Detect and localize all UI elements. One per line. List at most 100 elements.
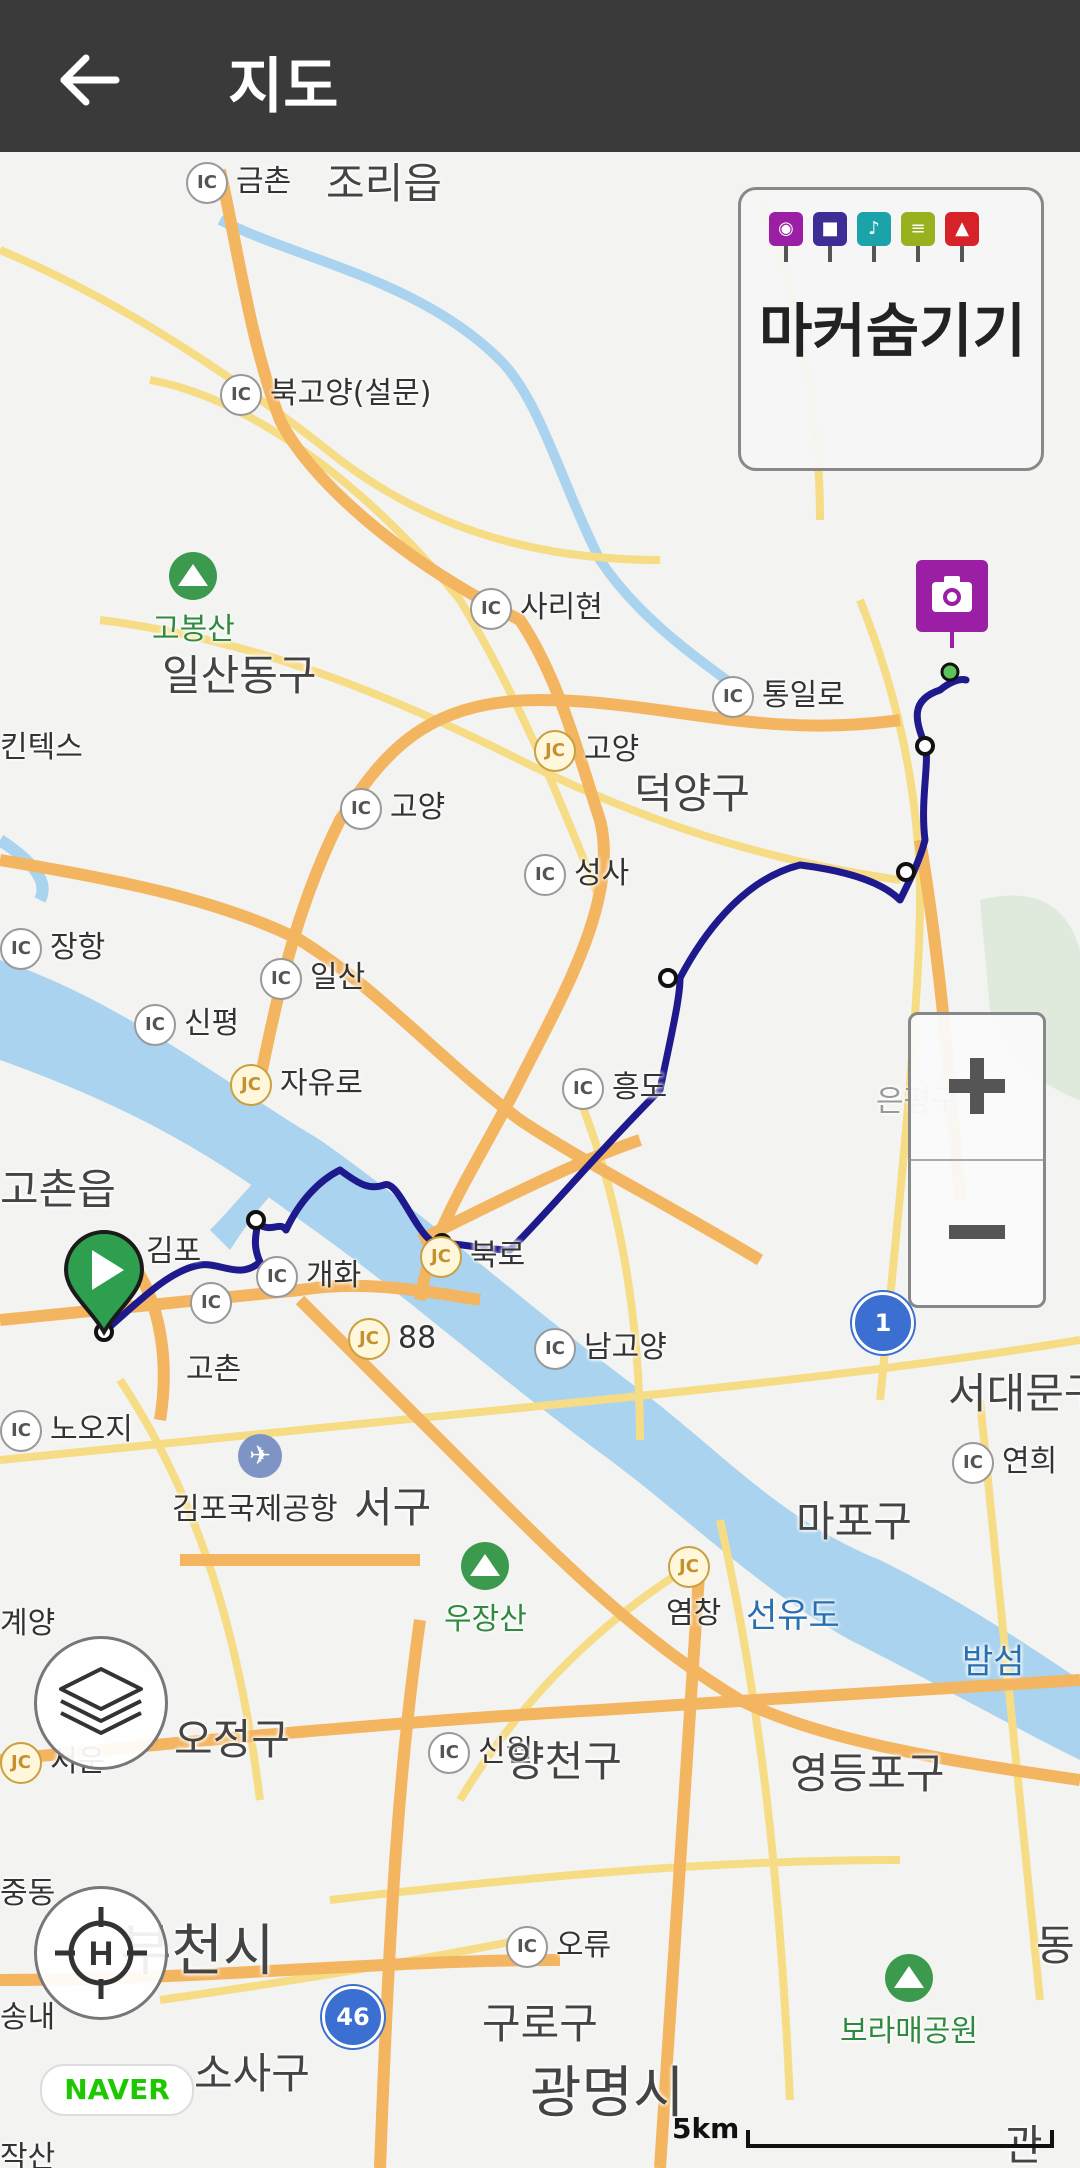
map-label-kintex: 킨텍스 <box>0 730 83 765</box>
map-label-ic-gaehwa: IC 개화 <box>256 1250 361 1298</box>
map-label-ic-namgoyang: IC 남고양 <box>534 1322 667 1370</box>
naver-attribution: NAVER <box>40 2064 194 2116</box>
ic-badge-icon: IC <box>470 587 512 630</box>
ic-badge-icon: IC <box>256 1255 298 1298</box>
map-label-mapogu: 마포구 <box>796 1497 912 1546</box>
ic-badge-icon: IC <box>534 1327 576 1370</box>
flag-marker-icon: ▲ <box>945 212 979 262</box>
map-label-ic-nooji: IC 노오지 <box>0 1404 133 1452</box>
ic-badge-icon: IC <box>952 1441 994 1484</box>
locate-home-icon: H <box>55 1907 147 1999</box>
zoom-controls <box>908 1012 1046 1308</box>
jc-badge-icon: JC <box>420 1235 462 1278</box>
jc-badge-icon: JC <box>668 1546 710 1588</box>
map-label-jc-goyang: JC 고양 <box>534 724 639 772</box>
jc-badge-icon: JC <box>534 729 576 772</box>
audio-marker-icon: ♪ <box>857 212 891 262</box>
ic-badge-icon: IC <box>134 1003 176 1046</box>
map-label-jorieup: 조리읍 <box>326 159 442 208</box>
minus-icon <box>949 1225 1005 1239</box>
ic-badge-icon: IC <box>712 675 754 718</box>
ic-badge-icon: IC <box>220 373 262 416</box>
map-label-gimpoairport: 김포국제공항 <box>172 1492 338 1527</box>
map-label-ic-tongilro: IC 통일로 <box>712 670 845 718</box>
memo-marker-icon: ≡ <box>901 212 935 262</box>
map-label-ic-ilsan: IC 일산 <box>260 952 365 1000</box>
map-label-ic-yeonhui: IC 연희 <box>952 1436 1057 1484</box>
marker-type-icons: ◉ ■ ♪ ≡ ▲ <box>769 212 989 262</box>
map-poi-ujangsan: 우장산 <box>444 1542 527 1638</box>
arrow-left-icon[interactable] <box>50 40 130 120</box>
map-poi-gobongsan: 고봉산 <box>152 552 235 648</box>
ic-badge-icon: IC <box>340 787 382 830</box>
map-poi-boramae: 보라매공원 <box>840 1954 978 2050</box>
route-shield-46: 46 <box>322 1986 384 2048</box>
map-label-jc-88: JC 88 <box>348 1318 436 1360</box>
map-label-dong: 동 <box>1036 1921 1075 1970</box>
jc-badge-icon: JC <box>348 1318 390 1360</box>
locate-home-button[interactable]: H <box>34 1886 168 2020</box>
map-label-ic-seongsa: IC 성사 <box>524 848 629 896</box>
ic-badge-icon: IC <box>186 161 228 204</box>
map-label-bamseom: 밤섬 <box>962 1642 1025 1682</box>
ic-badge-icon: IC <box>428 1731 470 1774</box>
map-label-ojeonggu: 오정구 <box>174 1715 290 1764</box>
ic-badge-icon: IC <box>190 1282 232 1324</box>
map-label-gochon: 고촌 <box>186 1352 242 1387</box>
ic-badge-icon: IC <box>260 957 302 1000</box>
scale-label: 5km <box>672 2112 740 2145</box>
layers-icon <box>59 1667 143 1735</box>
map-label-jc-jayuro: JC 자유로 <box>230 1058 363 1106</box>
ic-badge-icon: IC <box>524 853 566 896</box>
map-label-ic-janghang: IC 장항 <box>0 922 105 970</box>
zoom-out-button[interactable] <box>911 1161 1043 1305</box>
map-label-ilsandonggu: 일산동구 <box>162 651 317 700</box>
route-shield-1: 1 <box>852 1292 914 1354</box>
app-bar: 지도 <box>0 0 1080 152</box>
map-label-ic-gochon: IC <box>190 1282 240 1324</box>
mountain-icon <box>461 1542 510 1590</box>
map-label-yeongdeungpogu: 영등포구 <box>790 1749 945 1798</box>
map-label-ic-sinpyeong: IC 신평 <box>134 998 239 1046</box>
map-label-jc-bukro: JC 북로 <box>420 1230 525 1278</box>
page-title: 지도 <box>228 52 339 122</box>
map-label-ic-sarihyeon: IC 사리현 <box>470 582 603 630</box>
map-label-jaksa: 작산 <box>0 2140 56 2168</box>
map-label-yangcheongu: 양천구 <box>506 1737 622 1786</box>
map-label-jc-yeomchang: JC <box>668 1546 718 1588</box>
map-label-guro: 구로구 <box>482 1999 598 2048</box>
hide-markers-label: 마커숨기기 <box>759 297 1026 365</box>
map-label-seogu: 서구 <box>354 1483 432 1532</box>
map-poi-airport: ✈ <box>238 1434 282 1478</box>
svg-text:H: H <box>89 1935 114 1973</box>
jc-badge-icon: JC <box>230 1063 272 1106</box>
ic-badge-icon: IC <box>506 1925 548 1968</box>
hide-markers-button[interactable]: ◉ ■ ♪ ≡ ▲ 마커숨기기 <box>738 187 1044 471</box>
photo-marker-icon: ◉ <box>769 212 803 262</box>
ic-badge-icon: IC <box>562 1067 604 1110</box>
map-label-ic-geumchon: IC 금촌 <box>186 156 291 204</box>
map-label-ic-oryu: IC 오류 <box>506 1920 611 1968</box>
start-marker[interactable] <box>60 1228 148 1338</box>
video-marker-icon: ■ <box>813 212 847 262</box>
map-label-ic-heungdo: IC 흥도 <box>562 1062 667 1110</box>
scale-bar <box>746 2130 1054 2148</box>
map-label-deogyanggu: 덕양구 <box>634 769 750 818</box>
mountain-icon <box>169 552 218 600</box>
map-label-seonyudo: 선유도 <box>746 1596 840 1636</box>
jc-badge-icon: JC <box>0 1741 42 1784</box>
airport-icon: ✈ <box>238 1434 282 1478</box>
map-label-gyeyang: 계양 <box>0 1606 56 1641</box>
zoom-in-button[interactable] <box>911 1015 1043 1161</box>
map-label-gimpo: 김포 <box>146 1234 202 1269</box>
layers-button[interactable] <box>34 1636 168 1770</box>
map-label-ic-bukgoyang: IC 북고양(설문) <box>220 368 431 416</box>
map-label-gochoneup: 고촌읍 <box>0 1165 116 1214</box>
map-label-yeomchang: 염창 <box>666 1596 722 1631</box>
photo-marker-icon[interactable] <box>914 558 990 648</box>
ic-badge-icon: IC <box>0 1409 42 1452</box>
map-label-seodaemun: 서대문구 <box>948 1369 1080 1418</box>
ic-badge-icon: IC <box>0 927 42 970</box>
map-label-sosagu: 소사구 <box>194 2049 310 2098</box>
map-label-ic-goyang: IC 고양 <box>340 782 445 830</box>
